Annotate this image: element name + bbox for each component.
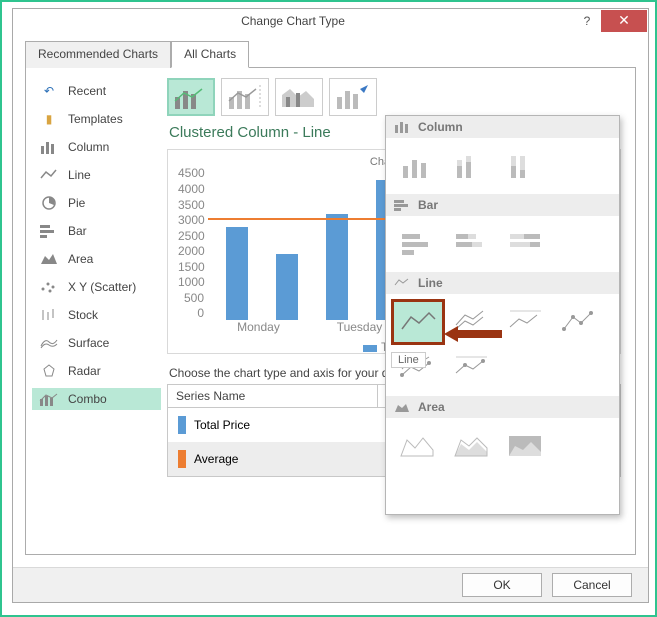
dd-line-stacked100[interactable] <box>502 302 550 342</box>
chart-type-dropdown-panel: Column Bar Line Area <box>385 115 620 515</box>
tab-strip: Recommended Charts All Charts <box>25 40 636 68</box>
titlebar: Change Chart Type ? ✕ <box>13 9 648 32</box>
dd-column-stacked[interactable] <box>448 146 496 186</box>
dd-bar-clustered[interactable] <box>394 224 442 264</box>
dd-line-markers[interactable] <box>556 302 604 342</box>
stock-icon <box>38 307 60 323</box>
change-chart-type-dialog: Change Chart Type ? ✕ Recommended Charts… <box>12 8 649 603</box>
category-sidebar: ↶Recent ▮Templates Column Line Pie Bar A… <box>26 68 161 554</box>
sidebar-item-stock[interactable]: Stock <box>32 304 161 326</box>
pie-icon <box>38 195 60 211</box>
dd-area-stacked100[interactable] <box>502 426 550 466</box>
dd-section-column: Column <box>386 116 619 138</box>
subtype-custom[interactable] <box>329 78 377 116</box>
dialog-footer: OK Cancel <box>13 567 648 602</box>
dd-bar-stacked[interactable] <box>448 224 496 264</box>
subtype-stacked-area-column[interactable] <box>275 78 323 116</box>
area-icon <box>38 251 60 267</box>
sidebar-item-recent[interactable]: ↶Recent <box>32 80 161 102</box>
combo-subtype-row <box>167 78 621 116</box>
surface-icon <box>38 335 60 351</box>
sidebar-item-bar[interactable]: Bar <box>32 220 161 242</box>
col-series-name: Series Name <box>168 385 378 407</box>
sidebar-item-radar[interactable]: Radar <box>32 360 161 382</box>
close-button[interactable]: ✕ <box>601 10 647 32</box>
cancel-button[interactable]: Cancel <box>552 573 632 597</box>
dd-section-bar: Bar <box>386 194 619 216</box>
line-icon <box>38 167 60 183</box>
column-icon <box>38 139 60 155</box>
ok-button[interactable]: OK <box>462 573 542 597</box>
subtype-clustered-column-line-secondary[interactable] <box>221 78 269 116</box>
dd-column-stacked100[interactable] <box>502 146 550 186</box>
subtype-clustered-column-line[interactable] <box>167 78 215 116</box>
dd-section-area: Area <box>386 396 619 418</box>
dd-tooltip: Line <box>391 352 426 368</box>
sidebar-item-scatter[interactable]: X Y (Scatter) <box>32 276 161 298</box>
sidebar-item-templates[interactable]: ▮Templates <box>32 108 161 130</box>
sidebar-item-area[interactable]: Area <box>32 248 161 270</box>
scatter-icon <box>38 279 60 295</box>
window-title: Change Chart Type <box>13 14 573 28</box>
bar <box>276 254 298 321</box>
bar <box>226 227 248 320</box>
dd-line[interactable] <box>394 302 442 342</box>
radar-icon <box>38 363 60 379</box>
sidebar-item-column[interactable]: Column <box>32 136 161 158</box>
dd-area[interactable] <box>394 426 442 466</box>
dd-area-stacked[interactable] <box>448 426 496 466</box>
sidebar-item-line[interactable]: Line <box>32 164 161 186</box>
help-button[interactable]: ? <box>573 14 601 28</box>
dd-column-clustered[interactable] <box>394 146 442 186</box>
dd-section-line: Line <box>386 272 619 294</box>
combo-icon <box>38 391 60 407</box>
dd-bar-stacked100[interactable] <box>502 224 550 264</box>
tab-all-charts[interactable]: All Charts <box>171 41 249 68</box>
tab-recommended-charts[interactable]: Recommended Charts <box>25 41 171 68</box>
dd-line-stacked100-markers[interactable] <box>448 348 496 388</box>
sidebar-item-pie[interactable]: Pie <box>32 192 161 214</box>
bar-icon <box>38 223 60 239</box>
sidebar-item-surface[interactable]: Surface <box>32 332 161 354</box>
bar <box>326 214 348 321</box>
sidebar-item-combo[interactable]: Combo <box>32 388 161 410</box>
dd-line-stacked[interactable] <box>448 302 496 342</box>
